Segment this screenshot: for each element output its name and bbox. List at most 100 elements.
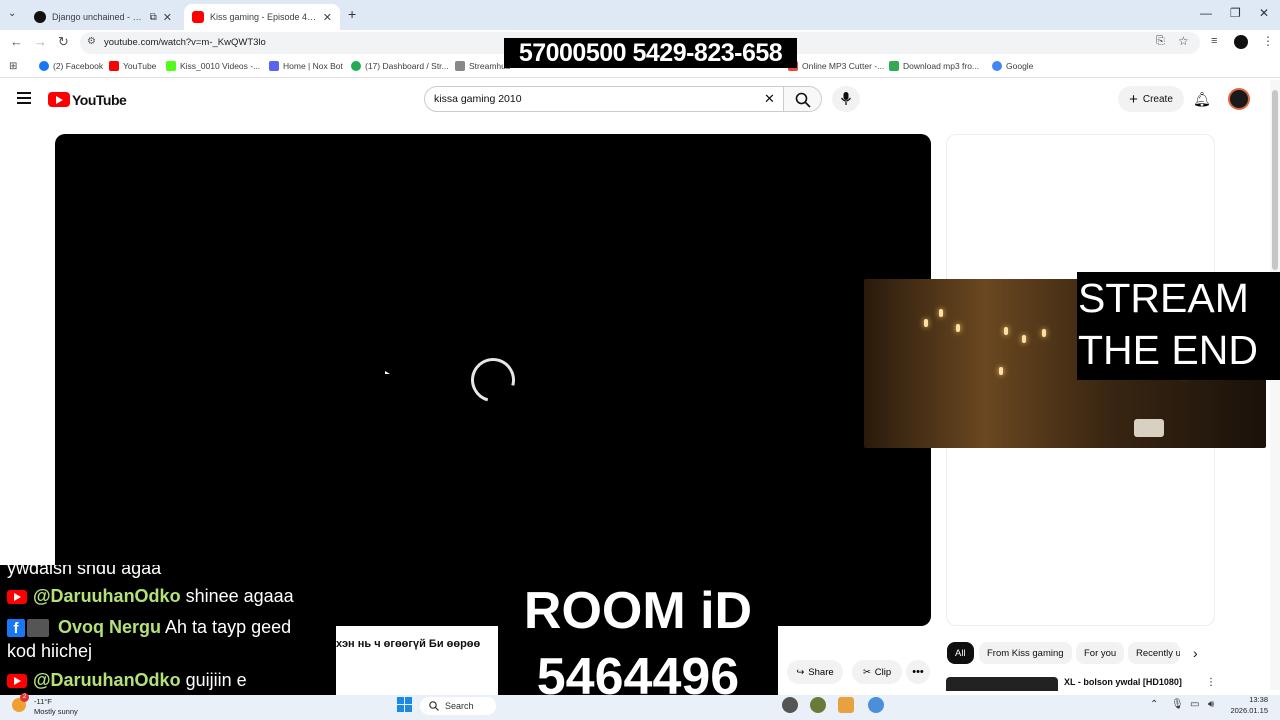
google-icon xyxy=(992,61,1002,71)
chat-message: f Ovoq Nergu Ah ta tayp geed xyxy=(7,617,291,638)
taskbar-app-obs-icon[interactable] xyxy=(782,697,798,713)
bookmark-download-mp3[interactable]: Download mp3 fro... xyxy=(889,61,979,71)
mouse-cursor-icon xyxy=(385,371,390,374)
chip-all[interactable]: All xyxy=(947,642,974,664)
minimize-icon[interactable]: — xyxy=(1200,6,1212,20)
bookmark-dashboard[interactable]: (17) Dashboard / Str... xyxy=(351,61,449,71)
bookmark-google[interactable]: Google xyxy=(992,61,1033,71)
stream-end-line2: THE END xyxy=(1078,327,1258,373)
stream-end-line1: STREAM xyxy=(1078,275,1249,321)
close-tab-icon[interactable]: ✕ xyxy=(163,11,172,24)
facebook-icon xyxy=(39,61,49,71)
kick-icon xyxy=(166,61,176,71)
profile-avatar[interactable] xyxy=(1234,35,1248,49)
youtube-logo-text[interactable]: YouTube xyxy=(72,92,127,108)
back-icon[interactable]: ← xyxy=(10,34,23,49)
clear-search-icon[interactable]: ✕ xyxy=(764,91,775,107)
bookmark-kick[interactable]: Kiss_0010 Videos -... xyxy=(166,61,260,71)
search-query: kissa gaming 2010 xyxy=(434,93,522,105)
bookmark-youtube[interactable]: YouTube xyxy=(109,61,156,71)
taskbar-app-icon[interactable] xyxy=(810,697,826,713)
taskbar-clock[interactable]: 13:38 2026.01.15 xyxy=(1228,694,1268,716)
streamhub-icon xyxy=(455,61,465,71)
search-button[interactable] xyxy=(784,86,822,112)
close-window-icon[interactable]: ✕ xyxy=(1259,6,1269,20)
chat-message: @DaruuhanOdko shinee agaaa xyxy=(7,586,294,607)
phone-number-banner: 57000500 5429-823-658 xyxy=(504,38,797,68)
stream-end-overlay: STREAM THE END xyxy=(1077,272,1280,380)
weather-badge: 2 xyxy=(20,693,29,702)
tab-title: Kiss gaming - Episode 45 | Бүр xyxy=(210,12,317,22)
plus-icon: + xyxy=(1129,90,1138,108)
scissors-icon: ✂ xyxy=(862,666,871,678)
tab-django[interactable]: Django unchained - 2012 М ⧉ ✕ xyxy=(26,4,180,30)
microphone-tray-icon[interactable]: 🎙︎ xyxy=(1171,699,1184,710)
notifications-bell-icon[interactable]: 🔔︎ xyxy=(1193,91,1211,108)
youtube-favicon-icon xyxy=(192,11,204,23)
youtube-icon xyxy=(109,61,119,71)
install-app-icon[interactable]: ⎘ xyxy=(1156,35,1165,48)
menu-icon[interactable] xyxy=(17,92,31,104)
chip-recently-uploaded[interactable]: Recently u xyxy=(1128,642,1180,664)
media-controls-icon[interactable]: ≡ xyxy=(1211,35,1217,47)
share-icon: ↪ xyxy=(796,666,805,678)
chat-message: @DaruuhanOdko guijiin e xyxy=(7,670,247,691)
tab-title: Django unchained - 2012 М xyxy=(52,12,144,22)
chip-from-kiss-gaming[interactable]: From Kiss gaming xyxy=(979,642,1072,664)
voice-search-button[interactable] xyxy=(832,86,860,112)
create-button[interactable]: + Create xyxy=(1118,86,1184,112)
close-tab-icon[interactable]: ✕ xyxy=(323,11,332,24)
nox-bot-icon xyxy=(269,61,279,71)
bookmark-nox-bot[interactable]: Home | Nox Bot xyxy=(269,61,343,71)
forward-icon[interactable]: → xyxy=(34,34,47,49)
search-icon xyxy=(429,701,439,711)
picture-in-picture-icon: ⧉ xyxy=(149,11,157,23)
maximize-icon[interactable]: ❐ xyxy=(1230,6,1241,20)
microphone-icon xyxy=(840,92,852,105)
account-avatar[interactable] xyxy=(1228,88,1250,110)
weather-widget[interactable]: -11°F Mostly sunny xyxy=(34,697,78,717)
reload-icon[interactable]: ↻ xyxy=(58,34,69,50)
site-info-icon[interactable]: ⚙ xyxy=(87,36,96,47)
dashboard-icon xyxy=(351,61,361,71)
chat-message: kod hiichej xyxy=(7,641,93,661)
scrollbar-thumb[interactable] xyxy=(1272,90,1278,270)
bookmark-facebook[interactable]: (2) Facebook xyxy=(39,61,103,71)
more-actions-button[interactable]: ••• xyxy=(906,660,930,684)
video-title: хэн нь ч өгөөгүй Би өөрөө xyxy=(336,638,481,650)
taskbar-search[interactable]: Search xyxy=(420,697,496,715)
bookmark-streamhub[interactable]: Streamhub xyxy=(455,61,511,71)
chevron-right-icon[interactable]: › xyxy=(1193,645,1198,661)
tab-favicon-icon xyxy=(34,11,46,23)
taskbar-app-chrome-icon[interactable] xyxy=(868,697,884,713)
recommended-thumbnail[interactable] xyxy=(946,677,1058,691)
avatar xyxy=(27,619,49,638)
chip-for-you[interactable]: For you xyxy=(1076,642,1125,664)
windows-start-icon[interactable] xyxy=(397,697,412,712)
room-id-label: ROOM iD xyxy=(523,582,753,640)
apps-grid-icon[interactable]: ⊞ xyxy=(9,61,17,72)
windows-taskbar xyxy=(0,695,1280,720)
youtube-logo-icon[interactable] xyxy=(48,92,70,107)
facebook-icon: f xyxy=(7,619,25,638)
new-tab-button[interactable]: + xyxy=(348,6,356,22)
youtube-icon xyxy=(7,590,27,605)
search-icon xyxy=(795,92,811,108)
volume-tray-icon[interactable]: 🔊︎ xyxy=(1208,699,1214,710)
bookmark-star-icon[interactable]: ☆ xyxy=(1178,34,1189,48)
download-icon xyxy=(889,61,899,71)
taskbar-app-media-icon[interactable] xyxy=(838,697,854,713)
tab-search-icon[interactable]: ⌄ xyxy=(8,8,16,19)
tray-chevron-up-icon[interactable]: ⌃ xyxy=(1150,699,1158,710)
browser-menu-icon[interactable]: ⋮ xyxy=(1262,34,1274,48)
recommended-title[interactable]: XL - bolson ywdal [HD1080] xyxy=(1064,677,1182,687)
bookmark-mp3-cutter[interactable]: Online MP3 Cutter -... xyxy=(788,61,884,71)
live-chat-overlay: ywdalsh shdu agaa @DaruuhanOdko shinee a… xyxy=(0,565,336,695)
clip-button[interactable]: ✂ Clip xyxy=(852,660,902,684)
url-text: youtube.com/watch?v=m-_KwQWT3lo xyxy=(104,37,266,48)
tab-kiss-gaming[interactable]: Kiss gaming - Episode 45 | Бүр ✕ xyxy=(184,4,340,30)
share-button[interactable]: ↪ Share xyxy=(787,660,843,684)
youtube-icon xyxy=(7,674,27,689)
recommended-menu-icon[interactable]: ⋮ xyxy=(1206,677,1216,688)
display-tray-icon[interactable]: ▭ xyxy=(1190,699,1199,710)
